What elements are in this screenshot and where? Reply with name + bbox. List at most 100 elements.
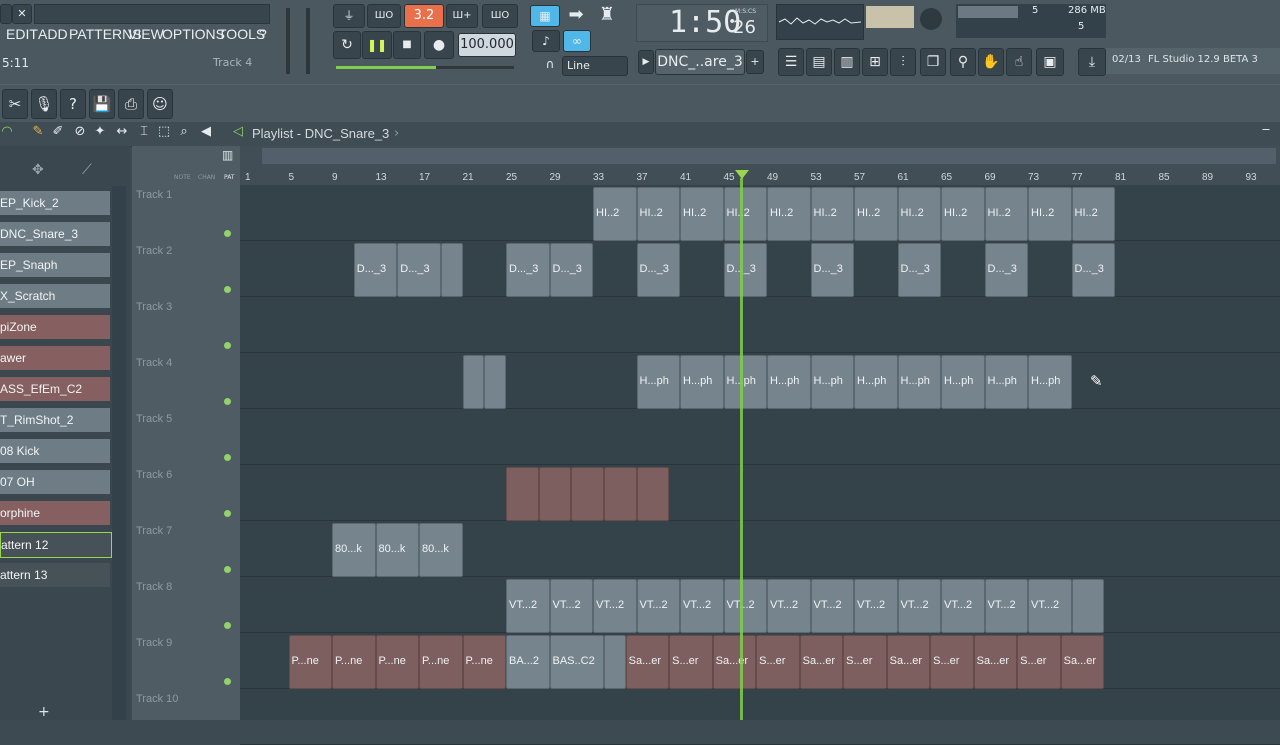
- link-icon[interactable]: ∞: [563, 30, 591, 52]
- pattern-selector[interactable]: DNC_..are_3: [655, 49, 745, 75]
- zoom-icon[interactable]: ⌕: [176, 124, 192, 139]
- track-label[interactable]: Track 8: [136, 581, 172, 593]
- playlist-clip[interactable]: P...ne: [462, 635, 506, 689]
- playlist-clip[interactable]: VT...2: [680, 579, 724, 633]
- playlist-clip[interactable]: D..._3: [810, 243, 854, 297]
- playlist-clip[interactable]: VT...2: [767, 579, 811, 633]
- track-enable-led[interactable]: [224, 510, 231, 517]
- playlist-clip[interactable]: HI..2: [1071, 187, 1115, 241]
- minimize-button[interactable]: [0, 4, 12, 24]
- playlist-clip[interactable]: D..._3: [397, 243, 441, 297]
- mixer-icon[interactable]: ⫶: [890, 48, 916, 76]
- playlist-clip[interactable]: [1071, 579, 1105, 633]
- snap-magnet-icon[interactable]: ♪: [532, 30, 560, 52]
- pattern-prev-button[interactable]: ▶: [638, 50, 654, 74]
- playlist-clip[interactable]: D..._3: [549, 243, 593, 297]
- picker-arrow-icon[interactable]: ✥: [32, 162, 44, 178]
- add-track-button[interactable]: +: [38, 704, 50, 720]
- playlist-arrow-icon[interactable]: ◁: [230, 124, 246, 139]
- picker-item[interactable]: EP_Snaph: [0, 253, 110, 277]
- picker-scrollbar[interactable]: [112, 186, 126, 720]
- typing-piano-icon[interactable]: ▦: [530, 5, 560, 27]
- browser-icon[interactable]: ❐: [920, 48, 946, 76]
- playlist-clip[interactable]: Sa...er: [799, 635, 844, 689]
- slip-icon[interactable]: ↔: [114, 124, 130, 139]
- playlist-clip[interactable]: HI..2: [1028, 187, 1072, 241]
- speaker-icon[interactable]: ◀: [198, 124, 214, 139]
- menu-view[interactable]: VIEW: [128, 26, 164, 42]
- pattern-mode-button[interactable]: 3.2: [404, 4, 444, 28]
- playlist-clip[interactable]: D..._3: [984, 243, 1028, 297]
- playlist-clip[interactable]: VT...2: [549, 579, 593, 633]
- playlist-clip[interactable]: D..._3: [897, 243, 941, 297]
- track-enable-led[interactable]: [224, 566, 231, 573]
- playlist-clip[interactable]: H...ph: [984, 355, 1028, 409]
- track-enable-led[interactable]: [224, 230, 231, 237]
- playlist-clip[interactable]: HI..2: [941, 187, 985, 241]
- master-pitch-slider[interactable]: [306, 8, 310, 74]
- picker-item[interactable]: awer: [0, 346, 110, 370]
- playlist-clip[interactable]: H...ph: [941, 355, 985, 409]
- track-label[interactable]: Track 4: [136, 357, 172, 369]
- playlist-clip[interactable]: [603, 635, 626, 689]
- arrow-right-icon[interactable]: ➡: [564, 4, 588, 25]
- save-as-icon[interactable]: ⎙: [118, 89, 144, 119]
- playlist-clip[interactable]: VT...2: [1028, 579, 1072, 633]
- menu-help[interactable]: ?: [259, 26, 267, 42]
- playlist-clip[interactable]: [538, 467, 572, 521]
- keyboard-icon[interactable]: ▥: [222, 148, 233, 162]
- playlist-clip[interactable]: HI..2: [897, 187, 941, 241]
- window-icon[interactable]: ▣: [1036, 48, 1064, 76]
- playlist-clip[interactable]: VT...2: [810, 579, 854, 633]
- playlist-clip[interactable]: P...ne: [332, 635, 376, 689]
- wait-for-input-button[interactable]: ШO: [367, 4, 401, 28]
- track-enable-led[interactable]: [224, 286, 231, 293]
- headphones-icon[interactable]: ∩: [542, 57, 558, 71]
- record-button[interactable]: ●: [424, 31, 454, 59]
- playlist-clip[interactable]: 80...k: [332, 523, 376, 577]
- magnet-icon[interactable]: ◠: [0, 124, 14, 139]
- playlist-clip[interactable]: D..._3: [723, 243, 767, 297]
- playlist-clip[interactable]: [603, 467, 637, 521]
- playlist-clip[interactable]: Sa...er: [1060, 635, 1105, 689]
- track-label[interactable]: Track 5: [136, 413, 172, 425]
- slice-icon[interactable]: ⌶: [136, 124, 152, 139]
- loop-button[interactable]: ↻: [333, 31, 361, 59]
- horizontal-scrollbar[interactable]: [262, 148, 1276, 164]
- playlist-clip[interactable]: VT...2: [897, 579, 941, 633]
- track-label[interactable]: Track 7: [136, 525, 172, 537]
- pencil-icon[interactable]: ✎: [30, 124, 46, 139]
- mute-icon[interactable]: ✦: [92, 124, 108, 139]
- playlist-title-arrow[interactable]: ›: [394, 126, 399, 141]
- picker-item[interactable]: piZone: [0, 315, 110, 339]
- picker-item[interactable]: attern 13: [0, 563, 110, 587]
- track-label[interactable]: Track 2: [136, 245, 172, 257]
- master-volume-slider[interactable]: [286, 8, 290, 74]
- playlist-clip[interactable]: H...ph: [636, 355, 680, 409]
- track-enable-led[interactable]: [224, 678, 231, 685]
- playlist-clip[interactable]: BAS..C2: [549, 635, 604, 689]
- picker-item[interactable]: orphine: [0, 501, 110, 525]
- playlist-clip[interactable]: P...ne: [288, 635, 332, 689]
- playlist-clip[interactable]: HI..2: [767, 187, 811, 241]
- playlist-clip[interactable]: HI..2: [593, 187, 637, 241]
- chat-icon[interactable]: ☺: [147, 89, 173, 119]
- typing-keyboard-button[interactable]: Ш+: [446, 4, 478, 28]
- playlist-clip[interactable]: HI..2: [854, 187, 898, 241]
- snap-select[interactable]: Line: [562, 56, 628, 76]
- playlist-clip[interactable]: HI..2: [984, 187, 1028, 241]
- piano-roll-icon[interactable]: ▥: [834, 48, 860, 76]
- loop-record-button[interactable]: ШO: [482, 4, 518, 28]
- add-pattern-button[interactable]: +: [746, 50, 764, 74]
- playlist-clip[interactable]: P...ne: [375, 635, 419, 689]
- playlist-clip[interactable]: HI..2: [723, 187, 767, 241]
- playlist-clip[interactable]: VT...2: [854, 579, 898, 633]
- playlist-clip[interactable]: S...er: [930, 635, 974, 689]
- picker-item[interactable]: attern 12: [0, 532, 112, 558]
- playlist-clip[interactable]: VT...2: [941, 579, 985, 633]
- download-icon[interactable]: ⤓: [1078, 48, 1106, 76]
- playlist-clip[interactable]: VT...2: [506, 579, 550, 633]
- volume-knob[interactable]: [920, 8, 942, 30]
- playlist-clip[interactable]: H...ph: [723, 355, 767, 409]
- playlist-clip[interactable]: D..._3: [636, 243, 680, 297]
